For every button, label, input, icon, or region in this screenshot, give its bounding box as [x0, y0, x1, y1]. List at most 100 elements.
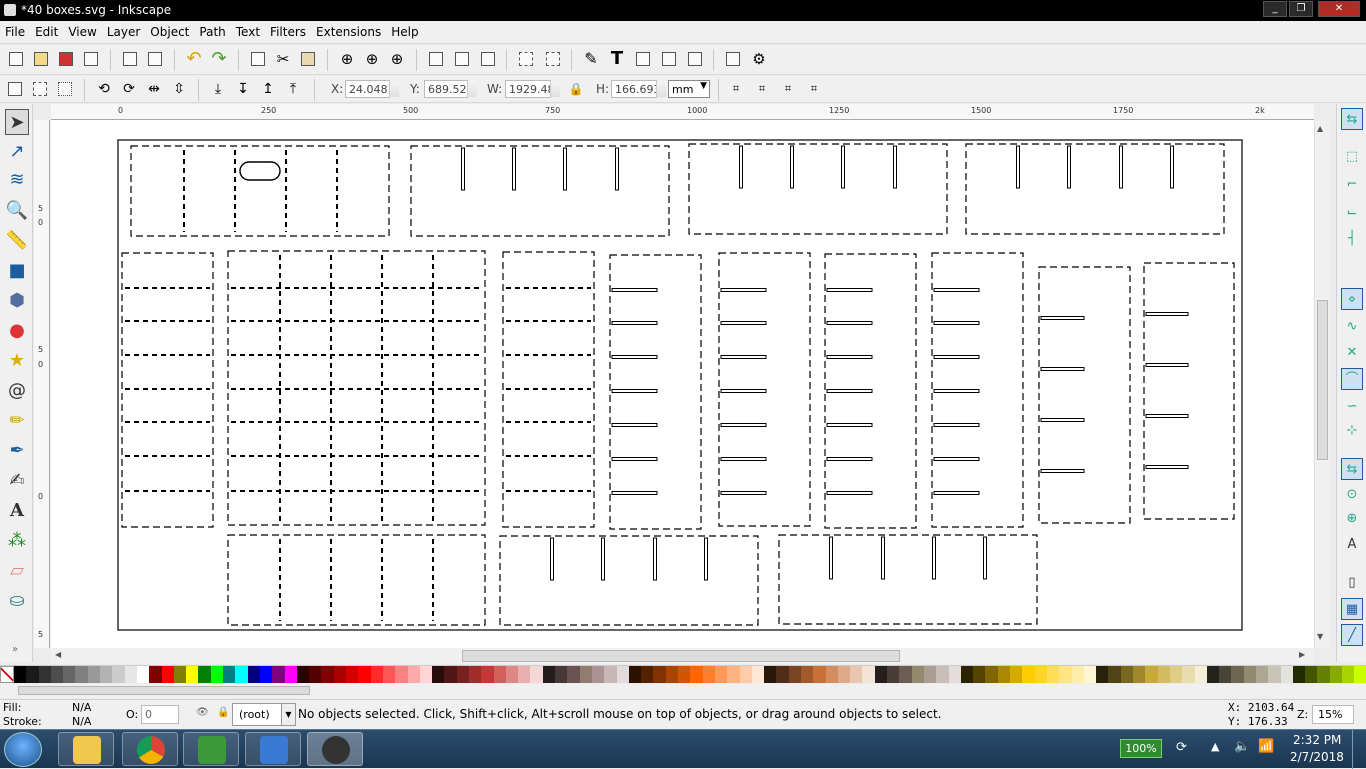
color-swatch[interactable] — [235, 666, 248, 683]
lower-to-bottom-icon[interactable]: ⤓ — [208, 79, 228, 99]
minimize-button[interactable]: _ — [1263, 1, 1287, 17]
color-swatch[interactable] — [50, 666, 64, 683]
color-swatch[interactable] — [87, 666, 101, 683]
no-paint-swatch[interactable] — [0, 666, 14, 683]
snap-bbox-corner-icon[interactable]: ⌙ — [1341, 202, 1363, 224]
color-swatch[interactable] — [690, 666, 703, 683]
color-swatch[interactable] — [186, 666, 199, 683]
scroll-down-icon[interactable]: ▼ — [1317, 632, 1323, 641]
clone-icon[interactable] — [452, 49, 472, 69]
taskbar-inkscape[interactable] — [307, 732, 363, 766]
color-swatch[interactable] — [948, 666, 961, 683]
menu-layer[interactable]: Layer — [102, 21, 145, 43]
color-swatch[interactable] — [1157, 666, 1170, 683]
snap-midpoint-icon[interactable]: ⊹ — [1341, 420, 1363, 442]
battery-indicator[interactable]: 100% — [1120, 739, 1162, 758]
taskbar-feather-app[interactable] — [245, 732, 301, 766]
color-swatch[interactable] — [346, 666, 359, 683]
color-swatch[interactable] — [136, 666, 150, 683]
color-swatch[interactable] — [628, 666, 642, 683]
snap-rotation-center-icon[interactable]: ⊕ — [1341, 508, 1363, 530]
layer-lock-icon[interactable]: 🔒 — [217, 707, 229, 718]
calligraphy-icon[interactable]: ✍ — [5, 468, 29, 494]
color-swatch[interactable] — [210, 666, 224, 683]
node-icon[interactable]: ↗ — [5, 139, 29, 165]
menu-view[interactable]: View — [63, 21, 101, 43]
snap-center-icon[interactable]: ⊙ — [1341, 484, 1363, 506]
text-font-icon[interactable]: T — [607, 49, 627, 69]
color-swatch[interactable] — [764, 666, 777, 683]
move-gradients-icon[interactable]: ⌗ — [778, 79, 798, 99]
volume-icon[interactable]: 🔈 — [1234, 739, 1250, 754]
color-swatch[interactable] — [272, 666, 285, 683]
color-swatch[interactable] — [1206, 666, 1220, 683]
layer-visibility-icon[interactable]: 👁 — [196, 707, 209, 718]
save-icon[interactable] — [56, 49, 76, 69]
color-swatch[interactable] — [911, 666, 924, 683]
color-swatch[interactable] — [1317, 666, 1330, 683]
unit-select[interactable]: mm ▼ — [668, 80, 710, 98]
redo-icon[interactable]: ↷ — [209, 49, 229, 69]
opacity-input[interactable]: 0 — [141, 705, 179, 724]
flip-horizontal-icon[interactable]: ⇹ — [144, 79, 164, 99]
align-distribute-icon[interactable] — [685, 49, 705, 69]
raise-to-top-icon[interactable]: ⤒ — [283, 79, 303, 99]
color-swatch[interactable] — [997, 666, 1011, 683]
snap-nodes-icon[interactable]: ⋄ — [1341, 288, 1363, 310]
color-swatch[interactable] — [714, 666, 728, 683]
color-swatch[interactable] — [38, 666, 51, 683]
new-document-icon[interactable] — [6, 49, 26, 69]
network-sync-icon[interactable]: ⟳ — [1176, 740, 1187, 755]
color-swatch[interactable] — [63, 666, 76, 683]
scroll-left-icon[interactable]: ◀ — [55, 650, 61, 659]
color-swatch[interactable] — [161, 666, 174, 683]
color-swatch[interactable] — [481, 666, 494, 683]
color-swatch[interactable] — [825, 666, 838, 683]
snap-bbox-midpoint-icon[interactable]: ┤ — [1341, 228, 1363, 250]
menu-file[interactable]: File — [0, 21, 30, 43]
color-swatch[interactable] — [1046, 666, 1060, 683]
palette-scrollbar[interactable] — [0, 684, 1366, 698]
color-swatch[interactable] — [247, 666, 260, 683]
color-swatch[interactable] — [837, 666, 851, 683]
menu-edit[interactable]: Edit — [30, 21, 63, 43]
snap-grid-icon[interactable]: ▦ — [1341, 598, 1363, 620]
color-palette[interactable] — [0, 665, 1366, 683]
color-swatch[interactable] — [1071, 666, 1084, 683]
layers-icon[interactable] — [633, 49, 653, 69]
color-swatch[interactable] — [579, 666, 592, 683]
color-swatch[interactable] — [973, 666, 986, 683]
maximize-button[interactable]: ❐ — [1289, 1, 1313, 17]
bucket-icon[interactable]: ⛀ — [5, 588, 29, 614]
color-swatch[interactable] — [198, 666, 211, 683]
color-swatch[interactable] — [468, 666, 482, 683]
color-swatch[interactable] — [296, 666, 310, 683]
color-swatch[interactable] — [444, 666, 457, 683]
scroll-right-icon[interactable]: ▶ — [1299, 650, 1305, 659]
color-swatch[interactable] — [850, 666, 863, 683]
zoom-drawing-icon[interactable]: ⊕ — [362, 49, 382, 69]
export-icon[interactable] — [145, 49, 165, 69]
color-swatch[interactable] — [1133, 666, 1146, 683]
color-swatch[interactable] — [1354, 666, 1366, 683]
color-swatch[interactable] — [567, 666, 580, 683]
undo-icon[interactable]: ↶ — [184, 49, 204, 69]
scale-corners-icon[interactable]: ⌗ — [752, 79, 772, 99]
color-swatch[interactable] — [309, 666, 322, 683]
text-icon[interactable]: A — [5, 498, 29, 524]
color-swatch[interactable] — [727, 666, 740, 683]
xml-editor-icon[interactable] — [659, 49, 679, 69]
palette-scroll-thumb[interactable] — [18, 686, 310, 695]
color-swatch[interactable] — [678, 666, 691, 683]
menu-text[interactable]: Text — [231, 21, 265, 43]
snap-intersection-icon[interactable]: ✕ — [1341, 342, 1363, 364]
paste-icon[interactable] — [298, 49, 318, 69]
document-properties-icon[interactable] — [723, 49, 743, 69]
color-swatch[interactable] — [862, 666, 875, 683]
star-icon[interactable]: ★ — [5, 348, 29, 374]
color-swatch[interactable] — [333, 666, 347, 683]
color-swatch[interactable] — [1096, 666, 1109, 683]
show-hidden-icons[interactable]: ▲ — [1211, 740, 1219, 753]
color-swatch[interactable] — [284, 666, 297, 683]
clock-time[interactable]: 2:32 PM — [1293, 733, 1341, 747]
